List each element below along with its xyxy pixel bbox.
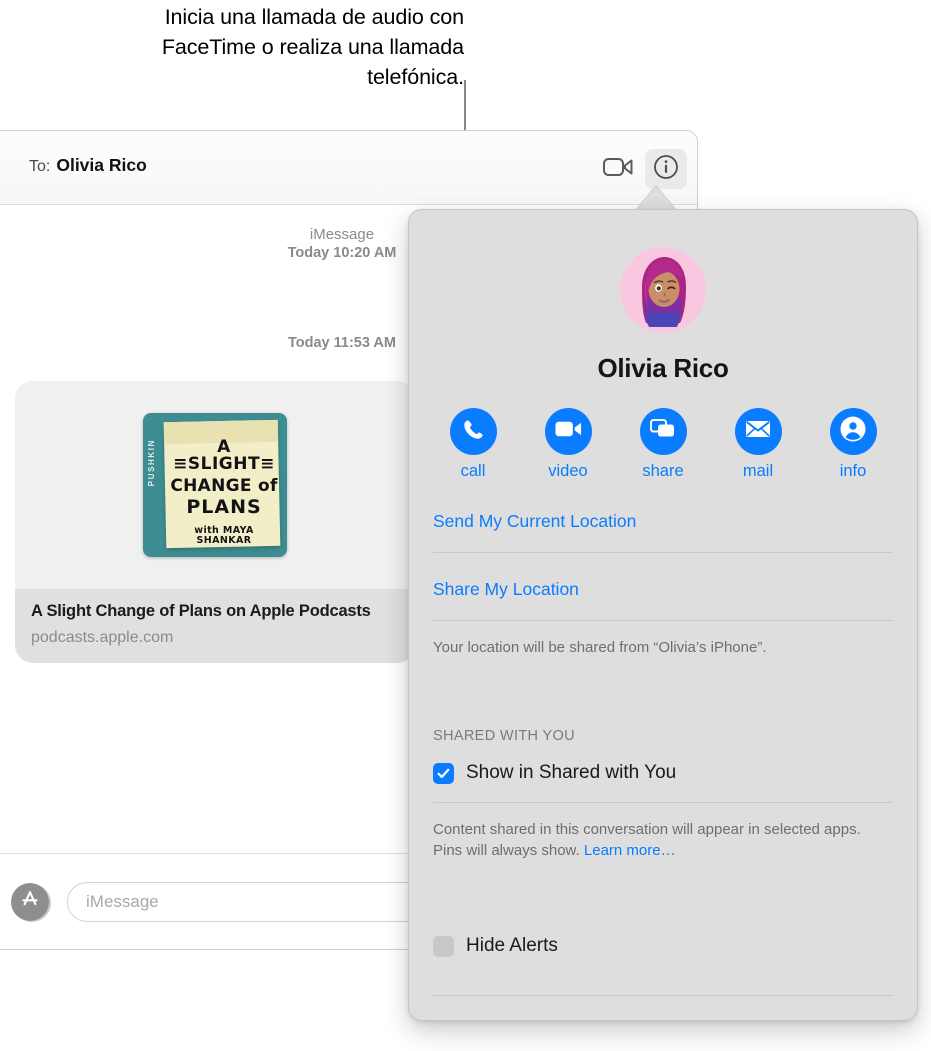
hide-alerts-label: Hide Alerts — [466, 935, 558, 956]
timestamp-text: Today 11:53 AM — [288, 335, 396, 351]
video-camera-icon — [554, 420, 582, 443]
toolbar-buttons — [597, 149, 687, 189]
timestamp-text: Today 10:20 AM — [287, 245, 397, 261]
callout-caption: Inicia una llamada de audio con FaceTime… — [161, 5, 464, 89]
link-preview-bubble[interactable]: PUSHKIN A ≡SLIGHT≡ CHANGE of PLANS with … — [15, 381, 415, 663]
popover-arrow — [636, 186, 676, 210]
details-button[interactable] — [645, 149, 687, 189]
to-field[interactable]: To: Olivia Rico — [29, 155, 147, 176]
action-info[interactable]: info — [815, 408, 891, 481]
contact-card-icon — [840, 416, 866, 447]
memoji-avatar-icon — [620, 247, 706, 333]
messages-toolbar: To: Olivia Rico — [0, 131, 697, 205]
to-label: To: — [29, 158, 51, 175]
action-info-label: info — [839, 462, 867, 480]
action-video[interactable]: video — [530, 408, 606, 481]
show-in-shared-with-you-row[interactable]: Show in Shared with You — [433, 744, 893, 803]
location-note: Your location will be shared from “Olivi… — [433, 639, 767, 656]
artwork-text: A ≡SLIGHT≡ CHANGE of PLANS with MAYA SHA… — [169, 437, 279, 547]
show-in-shared-with-you-checkbox[interactable] — [433, 762, 454, 784]
popover-bottom-divider — [433, 995, 893, 996]
podcast-artwork: PUSHKIN A ≡SLIGHT≡ CHANGE of PLANS with … — [143, 413, 287, 557]
popover-contact-name: Olivia Rico — [597, 353, 729, 383]
popover-body: Send My Current Location Share My Locati… — [409, 481, 917, 996]
artwork-line-3: PLANS — [186, 495, 262, 518]
send-my-current-location-link[interactable]: Send My Current Location — [433, 481, 893, 553]
learn-more-link[interactable]: Learn more… — [584, 842, 676, 859]
facetime-video-button[interactable] — [597, 149, 639, 189]
action-buttons-row: call video share mail info — [409, 384, 917, 481]
checkmark-icon — [437, 768, 450, 778]
link-preview-domain: podcasts.apple.com — [31, 629, 174, 646]
video-camera-icon — [603, 157, 633, 182]
shared-with-you-footnote: Content shared in this conversation will… — [433, 803, 893, 861]
artwork-line-2: CHANGE of — [170, 475, 278, 496]
link-preview-meta: A Slight Change of Plans on Apple Podcas… — [15, 589, 415, 663]
hide-alerts-row[interactable]: Hide Alerts — [433, 917, 893, 975]
app-store-button[interactable] — [11, 882, 49, 921]
envelope-icon — [745, 419, 771, 444]
screen-share-icon — [650, 418, 676, 445]
show-in-shared-with-you-label: Show in Shared with You — [466, 762, 677, 783]
hide-alerts-block: Hide Alerts — [433, 861, 893, 996]
action-mail[interactable]: mail — [720, 408, 796, 481]
link-preview-artwork: PUSHKIN A ≡SLIGHT≡ CHANGE of PLANS with … — [15, 381, 415, 589]
action-call-label: call — [460, 462, 486, 480]
recipient-name: Olivia Rico — [56, 155, 147, 175]
call-button[interactable] — [449, 408, 497, 455]
action-share-label: share — [642, 462, 684, 480]
link-preview-title: A Slight Change of Plans on Apple Podcas… — [31, 602, 371, 620]
hide-alerts-checkbox[interactable] — [433, 935, 454, 957]
artwork-line-4: with MAYA SHANKAR — [194, 525, 254, 547]
shared-with-you-header: SHARED WITH YOU — [433, 728, 575, 744]
info-circle-icon — [653, 154, 679, 185]
message-input-placeholder: iMessage — [86, 891, 159, 911]
mail-button[interactable] — [734, 408, 782, 455]
action-mail-label: mail — [742, 462, 774, 480]
share-my-location-link[interactable]: Share My Location — [433, 553, 893, 621]
action-share[interactable]: share — [625, 408, 701, 481]
action-video-label: video — [548, 462, 588, 480]
phone-icon — [461, 417, 486, 447]
app-store-icon — [19, 888, 41, 915]
info-button[interactable] — [829, 408, 877, 455]
contact-details-popover: Olivia Rico call video share mail info S… — [408, 209, 918, 1021]
video-button[interactable] — [544, 408, 592, 455]
artwork-line-1: A ≡SLIGHT≡ — [173, 437, 275, 475]
artwork-publisher: PUSHKIN — [147, 439, 156, 487]
share-button[interactable] — [639, 408, 687, 455]
avatar[interactable] — [620, 247, 706, 333]
action-call[interactable]: call — [435, 408, 511, 481]
